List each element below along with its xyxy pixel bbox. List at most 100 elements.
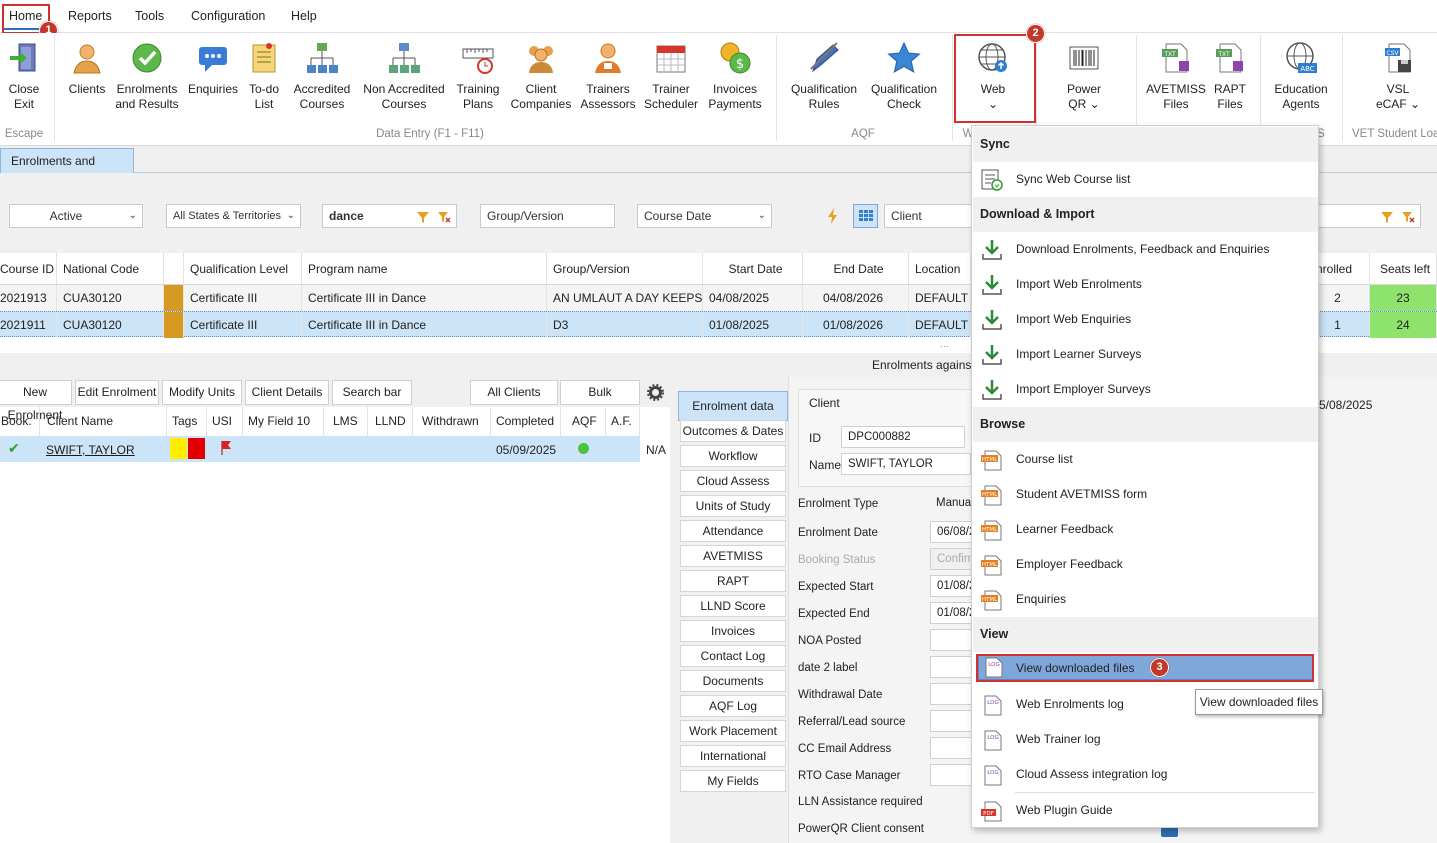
enrolments-results-button[interactable]: Enrolments and Results: [114, 41, 180, 112]
expected-start-field[interactable]: 01/08/2: [930, 575, 975, 597]
lightning-icon[interactable]: [826, 208, 840, 227]
accredited-courses-button[interactable]: Accredited Courses: [290, 41, 354, 112]
col-usi[interactable]: USI: [207, 407, 243, 436]
grid-view-toggle[interactable]: [853, 204, 878, 228]
col-program-name[interactable]: Program name: [302, 253, 547, 285]
tab-avetmiss[interactable]: AVETMISS: [680, 545, 786, 567]
tab-my-fields[interactable]: My Fields: [680, 770, 786, 792]
secondary-search-input[interactable]: [1316, 204, 1421, 228]
table-row[interactable]: ✔ SWIFT, TAYLOR 05/09/2025: [0, 436, 640, 462]
vsl-ecaf-button[interactable]: CSV VSL eCAF ⌄: [1366, 41, 1430, 112]
invoices-payments-button[interactable]: $ Invoices Payments: [704, 41, 766, 112]
noa-posted-field[interactable]: [930, 629, 975, 651]
trainer-scheduler-button[interactable]: Trainer Scheduler: [642, 41, 700, 112]
col-course-id[interactable]: Course ID: [0, 253, 57, 285]
menu-student-avetmiss-form[interactable]: HTML Student AVETMISS form: [973, 477, 1318, 512]
col-lms[interactable]: LMS: [324, 407, 368, 436]
gear-icon[interactable]: [647, 384, 664, 404]
filter-icon[interactable]: [1380, 209, 1394, 231]
edit-enrolment-button[interactable]: Edit Enrolment: [75, 380, 159, 405]
rto-case-manager-field[interactable]: [930, 764, 975, 786]
client-name-field[interactable]: SWIFT, TAYLOR: [841, 453, 971, 475]
client-filter-input[interactable]: Client: [884, 204, 974, 228]
menu-reports[interactable]: Reports: [68, 9, 112, 23]
modify-units-button[interactable]: Modify Units: [162, 380, 242, 405]
enrolment-type-field[interactable]: Manual: [930, 493, 975, 515]
tab-work-placement[interactable]: Work Placement: [680, 720, 786, 742]
menu-tools[interactable]: Tools: [135, 9, 164, 23]
group-version-input[interactable]: Group/Version: [480, 204, 615, 228]
menu-employer-feedback[interactable]: HTML Employer Feedback: [973, 547, 1318, 582]
all-clients-button[interactable]: All Clients: [470, 380, 558, 405]
states-select[interactable]: All States & Territories ⌄: [166, 204, 301, 228]
col-aqf[interactable]: AQF: [561, 407, 606, 436]
menu-course-list[interactable]: HTML Course list: [973, 442, 1318, 477]
tab-rapt[interactable]: RAPT: [680, 570, 786, 592]
col-group-version[interactable]: Group/Version: [547, 253, 703, 285]
col-seats-left[interactable]: Seats left: [1370, 253, 1437, 285]
tab-cloud-assess[interactable]: Cloud Assess: [680, 470, 786, 492]
tab-documents[interactable]: Documents: [680, 670, 786, 692]
enrolment-date-field[interactable]: 06/08/2: [930, 521, 975, 543]
non-accredited-courses-button[interactable]: Non Accredited Courses: [360, 41, 448, 112]
todo-list-button[interactable]: To-do List: [244, 41, 284, 112]
menu-import-web-enrolments[interactable]: Import Web Enrolments: [973, 267, 1318, 302]
withdrawal-date-field[interactable]: [930, 683, 975, 705]
education-agents-button[interactable]: ABC Education Agents: [1268, 41, 1334, 112]
menu-import-web-enquiries[interactable]: Import Web Enquiries: [973, 302, 1318, 337]
menu-import-learner-surveys[interactable]: Import Learner Surveys: [973, 337, 1318, 372]
client-name-link[interactable]: SWIFT, TAYLOR: [46, 443, 135, 457]
clients-button[interactable]: Clients: [64, 41, 110, 97]
menu-cloud-assess-log[interactable]: LOG Cloud Assess integration log: [973, 757, 1318, 792]
clear-filter-icon[interactable]: [1401, 209, 1415, 231]
col-completed[interactable]: Completed: [491, 407, 561, 436]
qualification-rules-button[interactable]: Qualification Rules: [786, 41, 862, 112]
menu-sync-web-course-list[interactable]: Sync Web Course list: [973, 162, 1318, 197]
tab-contact-log[interactable]: Contact Log: [680, 645, 786, 667]
power-qr-button[interactable]: Power QR ⌄: [1052, 41, 1116, 112]
col-national-code[interactable]: National Code: [57, 253, 164, 285]
referral-source-field[interactable]: [930, 710, 975, 732]
course-search-input[interactable]: dance: [322, 204, 457, 228]
client-companies-button[interactable]: Client Companies: [508, 41, 574, 112]
rapt-files-button[interactable]: TXT RAPT Files: [1208, 41, 1252, 112]
status-select[interactable]: Active ⌄: [9, 204, 143, 228]
clear-filter-icon[interactable]: [437, 209, 451, 231]
tab-workflow[interactable]: Workflow: [680, 445, 786, 467]
menu-configuration[interactable]: Configuration: [191, 9, 265, 23]
menu-web-plugin-guide[interactable]: PDF Web Plugin Guide: [973, 793, 1318, 828]
col-tag[interactable]: [164, 253, 184, 285]
date-2-field[interactable]: [930, 656, 975, 678]
col-af[interactable]: A.F.: [606, 407, 640, 436]
tab-units-of-study[interactable]: Units of Study: [680, 495, 786, 517]
tab-enrolments-and-results[interactable]: Enrolments and Results: [0, 148, 134, 192]
tab-international[interactable]: International: [680, 745, 786, 767]
col-book[interactable]: Book.: [0, 407, 40, 436]
col-withdrawn[interactable]: Withdrawn: [413, 407, 491, 436]
col-client-name[interactable]: Client Name: [40, 407, 167, 436]
client-id-field[interactable]: DPC000882: [841, 426, 965, 448]
avetmiss-files-button[interactable]: TXT AVETMISS Files: [1146, 41, 1206, 112]
training-plans-button[interactable]: Training Plans: [454, 41, 502, 112]
menu-help[interactable]: Help: [291, 9, 317, 23]
menu-web-trainer-log[interactable]: LOG Web Trainer log: [973, 722, 1318, 757]
col-my-field-10[interactable]: My Field 10: [243, 407, 324, 436]
trainers-assessors-button[interactable]: Trainers Assessors: [578, 41, 638, 112]
tab-llnd-score[interactable]: LLND Score: [680, 595, 786, 617]
cc-email-field[interactable]: [930, 737, 975, 759]
search-bar-button[interactable]: Search bar: [332, 380, 412, 405]
course-date-select[interactable]: Course Date ⌄: [637, 204, 772, 228]
qualification-check-button[interactable]: Qualification Check: [866, 41, 942, 112]
menu-enquiries[interactable]: HTML Enquiries: [973, 582, 1318, 617]
tab-invoices[interactable]: Invoices: [680, 620, 786, 642]
col-llnd[interactable]: LLND: [368, 407, 413, 436]
filter-icon[interactable]: [416, 209, 430, 231]
tab-attendance[interactable]: Attendance: [680, 520, 786, 542]
col-location[interactable]: Location: [909, 253, 971, 285]
col-qualification-level[interactable]: Qualification Level: [184, 253, 302, 285]
menu-import-employer-surveys[interactable]: Import Employer Surveys: [973, 372, 1318, 407]
tab-aqf-log[interactable]: AQF Log: [680, 695, 786, 717]
menu-download-enrolments[interactable]: Download Enrolments, Feedback and Enquir…: [973, 232, 1318, 267]
enquiries-button[interactable]: Enquiries: [186, 41, 240, 97]
splitter-grip-icon[interactable]: ⋯: [940, 341, 949, 352]
